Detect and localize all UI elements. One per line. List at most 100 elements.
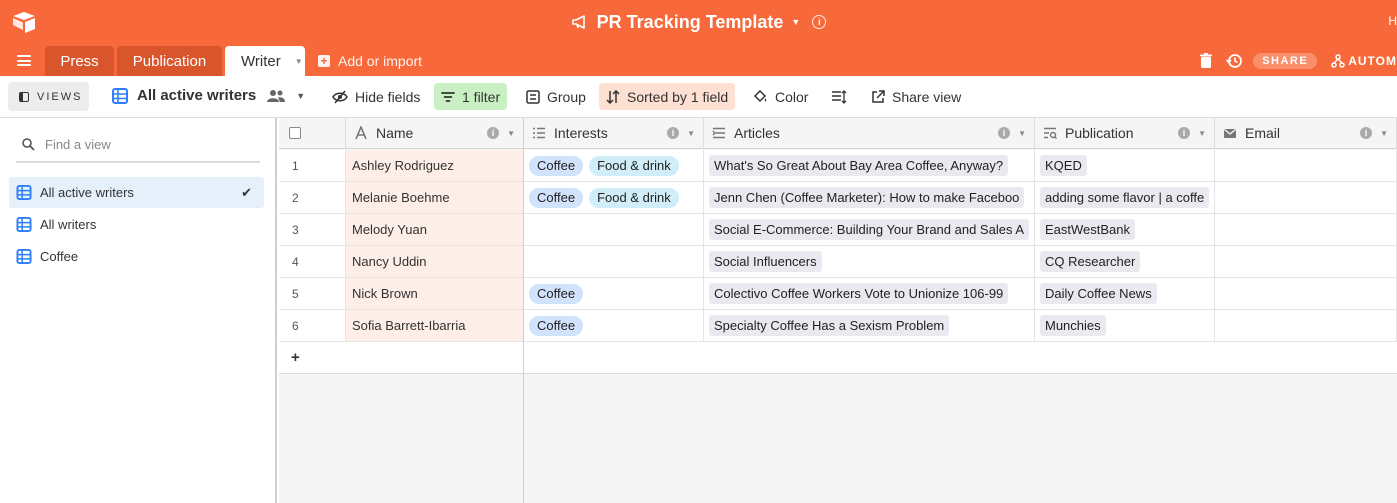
article-link[interactable]: What's So Great About Bay Area Coffee, A… bbox=[709, 155, 1009, 176]
airtable-logo-icon[interactable] bbox=[11, 10, 37, 34]
grid-view-icon bbox=[16, 217, 32, 232]
column-chevron-down-icon[interactable]: ▼ bbox=[687, 129, 695, 138]
current-view-selector[interactable]: All active writers ▼ bbox=[112, 87, 305, 104]
select-all-checkbox[interactable] bbox=[289, 127, 301, 139]
field-info-icon[interactable]: i bbox=[1178, 127, 1190, 139]
articles-cell[interactable]: Jenn Chen (Coffee Marketer): How to make… bbox=[704, 182, 1035, 214]
email-cell[interactable] bbox=[1215, 310, 1397, 342]
email-cell[interactable] bbox=[1215, 214, 1397, 246]
name-cell[interactable]: Nancy Uddin bbox=[346, 246, 524, 278]
interests-cell[interactable]: Coffee Food & drink bbox=[524, 150, 704, 182]
column-chevron-down-icon[interactable]: ▼ bbox=[1198, 129, 1206, 138]
title-chevron-down-icon[interactable]: ▼ bbox=[791, 17, 800, 27]
color-button[interactable]: Color bbox=[746, 83, 815, 110]
column-chevron-down-icon[interactable]: ▼ bbox=[507, 129, 515, 138]
tab-press[interactable]: Press bbox=[45, 46, 114, 76]
interests-cell[interactable] bbox=[524, 214, 704, 246]
share-view-button[interactable]: Share view bbox=[864, 83, 968, 110]
views-toggle-button[interactable]: VIEWS bbox=[8, 82, 89, 111]
interests-cell[interactable] bbox=[524, 246, 704, 278]
hide-fields-button[interactable]: Hide fields bbox=[325, 83, 427, 110]
field-info-icon[interactable]: i bbox=[487, 127, 499, 139]
articles-cell[interactable]: Specialty Coffee Has a Sexism Problem bbox=[704, 310, 1035, 342]
group-button[interactable]: Group bbox=[519, 83, 593, 110]
publication-cell[interactable]: CQ Researcher bbox=[1035, 246, 1215, 278]
name-cell[interactable]: Nick Brown bbox=[346, 278, 524, 310]
articles-cell[interactable]: What's So Great About Bay Area Coffee, A… bbox=[704, 150, 1035, 182]
interests-cell[interactable]: Coffee bbox=[524, 310, 704, 342]
column-header-articles[interactable]: Articles i ▼ bbox=[704, 118, 1035, 149]
article-link[interactable]: Social Influencers bbox=[709, 251, 822, 272]
publication-chip: adding some flavor | a coffe bbox=[1040, 187, 1210, 208]
find-view-input[interactable]: Find a view bbox=[16, 128, 260, 163]
publication-cell[interactable]: Munchies bbox=[1035, 310, 1215, 342]
column-header-name[interactable]: Name i ▼ bbox=[346, 118, 524, 149]
publication-cell[interactable]: adding some flavor | a coffe bbox=[1035, 182, 1215, 214]
articles-cell[interactable]: Social E-Commerce: Building Your Brand a… bbox=[704, 214, 1035, 246]
article-link[interactable]: Specialty Coffee Has a Sexism Problem bbox=[709, 315, 950, 336]
publication-cell[interactable]: Daily Coffee News bbox=[1035, 278, 1215, 310]
field-info-icon[interactable]: i bbox=[667, 127, 679, 139]
tab-writer[interactable]: Writer ▼ bbox=[225, 46, 305, 76]
email-cell[interactable] bbox=[1215, 246, 1397, 278]
name-cell[interactable]: Sofia Barrett-Ibarria bbox=[346, 310, 524, 342]
field-info-icon[interactable]: i bbox=[1360, 127, 1372, 139]
user-menu[interactable]: H bbox=[1388, 14, 1397, 28]
grid-view-icon bbox=[16, 249, 32, 264]
table-row[interactable]: 3 Melody Yuan Social E-Commerce: Buildin… bbox=[279, 214, 1397, 246]
add-record-plus-icon[interactable]: + bbox=[291, 349, 300, 366]
share-button[interactable]: SHARE bbox=[1253, 53, 1318, 69]
filter-button[interactable]: 1 filter bbox=[434, 83, 508, 110]
info-icon[interactable]: i bbox=[812, 15, 827, 29]
column-chevron-down-icon[interactable]: ▼ bbox=[1018, 129, 1026, 138]
group-icon bbox=[526, 89, 540, 104]
name-cell[interactable]: Melody Yuan bbox=[346, 214, 524, 246]
automations-button[interactable]: AUTOM bbox=[1331, 54, 1397, 68]
articles-cell[interactable]: Colectivo Coffee Workers Vote to Unioniz… bbox=[704, 278, 1035, 310]
articles-cell[interactable]: Social Influencers bbox=[704, 246, 1035, 278]
column-header-label: Email bbox=[1245, 125, 1281, 141]
tab-publication[interactable]: Publication bbox=[117, 46, 222, 76]
interests-cell[interactable]: Coffee bbox=[524, 278, 704, 310]
column-header-interests[interactable]: Interests i ▼ bbox=[524, 118, 704, 149]
email-cell[interactable] bbox=[1215, 278, 1397, 310]
article-link[interactable]: Jenn Chen (Coffee Marketer): How to make… bbox=[709, 187, 1025, 208]
interest-tag: Coffee bbox=[529, 315, 584, 336]
view-chevron-down-icon[interactable]: ▼ bbox=[296, 91, 305, 101]
sidebar-item-all-writers[interactable]: All writers bbox=[9, 209, 264, 240]
trash-icon[interactable] bbox=[1197, 52, 1215, 70]
column-chevron-down-icon[interactable]: ▼ bbox=[1380, 129, 1388, 138]
publication-cell[interactable]: EastWestBank bbox=[1035, 214, 1215, 246]
add-or-import-button[interactable]: + Add or import bbox=[318, 53, 422, 69]
article-link[interactable]: Social E-Commerce: Building Your Brand a… bbox=[709, 219, 1030, 240]
collaborative-view-icon bbox=[267, 89, 286, 102]
column-header-publication[interactable]: Publication i ▼ bbox=[1035, 118, 1215, 149]
sidebar-item-all-active-writers[interactable]: All active writers ✔ bbox=[9, 177, 264, 208]
table-row[interactable]: 2 Melanie Boehme Coffee Food & drink Jen… bbox=[279, 182, 1397, 214]
sort-button[interactable]: Sorted by 1 field bbox=[599, 83, 736, 110]
row-height-button[interactable] bbox=[824, 83, 861, 110]
table-row[interactable]: 1 Ashley Rodriguez Coffee Food & drink W… bbox=[279, 150, 1397, 182]
name-cell[interactable]: Melanie Boehme bbox=[346, 182, 524, 214]
frozen-column-divider[interactable] bbox=[523, 118, 524, 503]
sidebar-item-label: All active writers bbox=[40, 185, 134, 200]
article-link[interactable]: Colectivo Coffee Workers Vote to Unioniz… bbox=[709, 283, 1009, 304]
base-title[interactable]: PR Tracking Template bbox=[597, 12, 784, 33]
hamburger-menu-icon[interactable] bbox=[17, 55, 31, 66]
table-row[interactable]: 6 Sofia Barrett-Ibarria Coffee Specialty… bbox=[279, 310, 1397, 342]
sidebar-item-coffee[interactable]: Coffee bbox=[9, 241, 264, 272]
tab-chevron-down-icon[interactable]: ▼ bbox=[295, 57, 303, 66]
table-row[interactable]: 4 Nancy Uddin Social Influencers CQ Rese… bbox=[279, 246, 1397, 278]
table-row[interactable]: 5 Nick Brown Coffee Colectivo Coffee Wor… bbox=[279, 278, 1397, 310]
column-header-email[interactable]: Email i ▼ bbox=[1215, 118, 1397, 149]
interests-cell[interactable]: Coffee Food & drink bbox=[524, 182, 704, 214]
color-label: Color bbox=[775, 88, 809, 105]
field-info-icon[interactable]: i bbox=[998, 127, 1010, 139]
records-grid: Name i ▼ Interests i ▼ Articles i ▼ Publ… bbox=[279, 118, 1397, 503]
publication-cell[interactable]: KQED bbox=[1035, 150, 1215, 182]
add-record-row[interactable]: + bbox=[279, 342, 1397, 374]
email-cell[interactable] bbox=[1215, 182, 1397, 214]
name-cell[interactable]: Ashley Rodriguez bbox=[346, 150, 524, 182]
email-cell[interactable] bbox=[1215, 150, 1397, 182]
history-icon[interactable] bbox=[1225, 52, 1243, 70]
